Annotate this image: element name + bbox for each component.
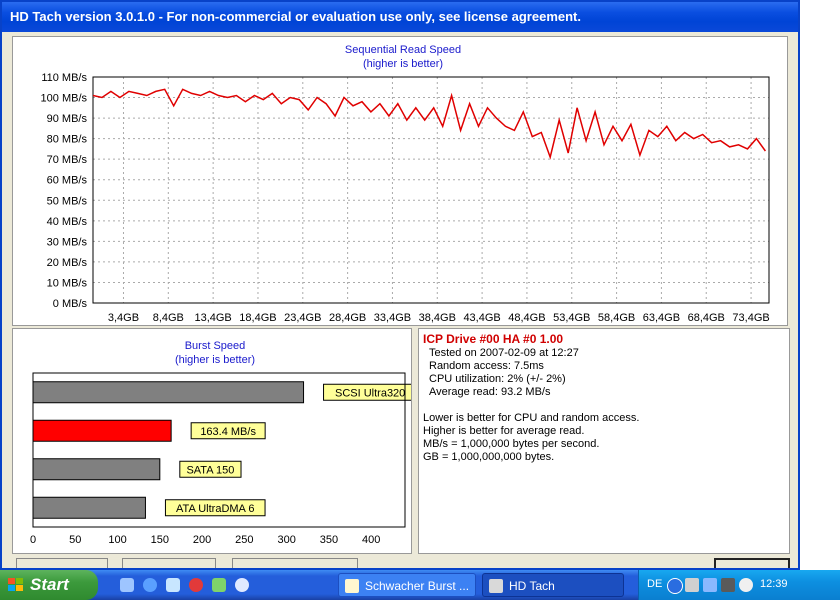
document-icon — [345, 579, 359, 593]
y-tick-label: 20 MB/s — [47, 257, 88, 269]
media-player-icon[interactable] — [235, 578, 249, 592]
y-tick-label: 80 MB/s — [47, 134, 88, 146]
y-tick-label: 90 MB/s — [47, 113, 88, 125]
start-button[interactable]: Start — [0, 570, 98, 600]
burst-x-tick-label: 200 — [193, 534, 211, 546]
window-title: HD Tach version 3.0.1.0 - For non-commer… — [2, 2, 798, 32]
burst-bar — [32, 496, 146, 519]
burst-speed-panel: Burst Speed (higher is better) SCSI Ultr… — [12, 328, 418, 554]
volume-icon[interactable] — [739, 578, 753, 592]
burst-bar — [32, 419, 172, 442]
sequential-read-chart: Sequential Read Speed (higher is better)… — [41, 44, 770, 324]
y-tick-label: 100 MB/s — [41, 93, 88, 105]
x-tick-label: 23,4GB — [284, 312, 321, 324]
x-tick-label: 28,4GB — [329, 312, 366, 324]
burst-bar — [32, 381, 305, 404]
tray-device-icon[interactable] — [721, 578, 735, 592]
burst-x-tick-label: 400 — [362, 534, 380, 546]
y-tick-label: 10 MB/s — [47, 277, 88, 289]
system-tray: DE 12:39 — [638, 570, 840, 600]
x-tick-label: 58,4GB — [598, 312, 635, 324]
y-tick-label: 50 MB/s — [47, 195, 88, 207]
task-label: Schwacher Burst ... — [365, 579, 470, 593]
burst-bar — [32, 458, 161, 481]
burst-label: SCSI Ultra320 — [335, 387, 405, 399]
x-tick-label: 38,4GB — [419, 312, 456, 324]
x-tick-label: 68,4GB — [688, 312, 725, 324]
bottom-button-3[interactable] — [232, 558, 358, 568]
x-tick-label: 18,4GB — [239, 312, 276, 324]
note-lower-better: Lower is better for CPU and random acces… — [423, 412, 640, 424]
burst-speed-chart: Burst Speed (higher is better) SCSI Ultr… — [30, 340, 418, 546]
burst-label: ATA UltraDMA 6 — [176, 503, 254, 515]
bottom-button-2[interactable] — [122, 558, 216, 568]
x-tick-label: 73,4GB — [732, 312, 769, 324]
x-tick-label: 13,4GB — [194, 312, 231, 324]
bottom-button-1[interactable] — [16, 558, 108, 568]
show-desktop-icon[interactable] — [120, 578, 134, 592]
average-read: Average read: 93.2 MB/s — [429, 386, 551, 398]
sequential-read-panel: Sequential Read Speed (higher is better)… — [12, 36, 788, 326]
burst-x-tick-label: 150 — [151, 534, 169, 546]
tested-on: Tested on 2007-02-09 at 12:27 — [429, 347, 579, 359]
y-tick-label: 60 MB/s — [47, 175, 88, 187]
note-higher-better: Higher is better for average read. — [423, 425, 585, 437]
y-tick-label: 40 MB/s — [47, 216, 88, 228]
burst-subtitle: (higher is better) — [175, 354, 255, 366]
hdtach-app-icon — [489, 579, 503, 593]
burst-x-tick-label: 300 — [277, 534, 295, 546]
windows-logo-icon — [8, 578, 23, 591]
taskbar: Start Schwacher Burst ... HD Tach DE 12:… — [0, 570, 840, 600]
internet-explorer-icon[interactable] — [143, 578, 157, 592]
burst-x-tick-label: 50 — [69, 534, 81, 546]
drive-name: ICP Drive #00 HA #0 1.00 — [423, 332, 564, 346]
burst-x-tick-label: 350 — [320, 534, 338, 546]
start-label: Start — [30, 575, 69, 594]
chart-subtitle: (higher is better) — [363, 58, 443, 70]
burst-x-tick-label: 250 — [235, 534, 253, 546]
x-tick-label: 8,4GB — [153, 312, 184, 324]
bottom-button-default[interactable] — [714, 558, 790, 568]
x-tick-label: 63,4GB — [643, 312, 680, 324]
burst-label: 163.4 MB/s — [200, 426, 256, 438]
language-indicator[interactable]: DE — [647, 578, 662, 590]
note-gb-definition: GB = 1,000,000,000 bytes. — [423, 451, 555, 463]
burst-label: SATA 150 — [186, 464, 234, 476]
y-tick-label: 30 MB/s — [47, 236, 88, 248]
y-tick-label: 70 MB/s — [47, 154, 88, 166]
x-tick-label: 33,4GB — [374, 312, 411, 324]
hdtach-window: HD Tach version 3.0.1.0 - For non-commer… — [0, 0, 800, 570]
burst-x-tick-label: 0 — [30, 534, 36, 546]
y-tick-label: 110 MB/s — [41, 72, 87, 84]
chart-title: Sequential Read Speed — [345, 44, 461, 56]
task-label: HD Tach — [509, 579, 555, 593]
x-tick-label: 43,4GB — [463, 312, 500, 324]
x-tick-label: 53,4GB — [553, 312, 590, 324]
cpu-utilization: CPU utilization: 2% (+/- 2%) — [429, 373, 566, 385]
clock: 12:39 — [760, 578, 788, 590]
network-icon[interactable] — [166, 578, 180, 592]
task-hd-tach[interactable]: HD Tach — [482, 573, 624, 597]
x-tick-label: 3,4GB — [108, 312, 139, 324]
opera-icon[interactable] — [189, 578, 203, 592]
messenger-icon[interactable] — [212, 578, 226, 592]
y-tick-label: 0 MB/s — [53, 298, 88, 310]
note-mbs-definition: MB/s = 1,000,000 bytes per second. — [423, 438, 600, 450]
random-access: Random access: 7.5ms — [429, 360, 544, 372]
task-schwacher-burst[interactable]: Schwacher Burst ... — [338, 573, 476, 597]
x-tick-label: 48,4GB — [508, 312, 545, 324]
results-info-panel: ICP Drive #00 HA #0 1.00 Tested on 2007-… — [418, 328, 790, 554]
show-hidden-icons-chevron-icon[interactable] — [667, 578, 683, 594]
network-tray-icon[interactable] — [703, 578, 717, 592]
series-line — [92, 88, 767, 160]
burst-title: Burst Speed — [185, 340, 246, 352]
burst-x-tick-label: 100 — [108, 534, 126, 546]
tray-app-icon[interactable] — [685, 578, 699, 592]
